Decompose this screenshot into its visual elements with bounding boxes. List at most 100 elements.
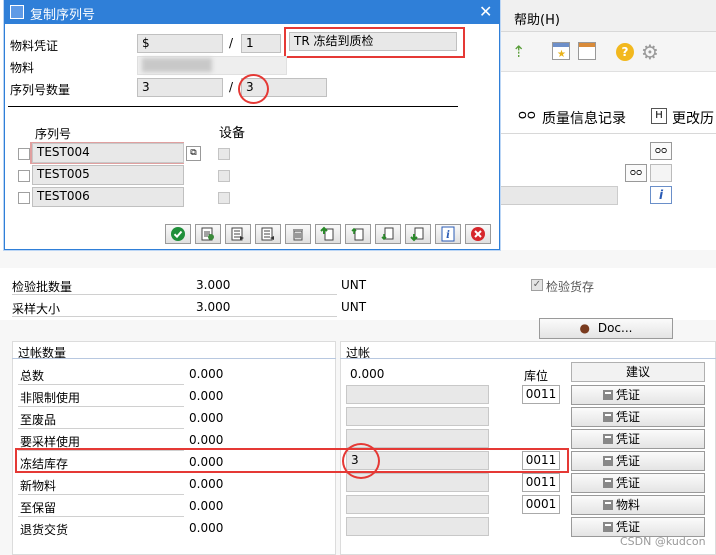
serial-number-field[interactable]: TEST004 <box>32 143 184 163</box>
qty-row-label: 至废品 <box>20 413 57 427</box>
new-session-icon[interactable]: ★ <box>552 42 570 60</box>
serial-number-field[interactable]: TEST005 <box>32 165 184 185</box>
document-icon <box>603 522 613 532</box>
copy-icon[interactable]: ⧉ <box>186 146 201 161</box>
voucher-button[interactable]: 凭证 <box>571 429 705 449</box>
document-icon <box>603 500 613 510</box>
page-down-icon <box>381 227 394 241</box>
posting-field-scrap[interactable] <box>346 407 489 426</box>
check-entries-button[interactable] <box>195 224 221 244</box>
posting-field-reserve[interactable] <box>346 495 489 514</box>
tab-change-history[interactable]: 更改历 <box>672 108 714 128</box>
previous-page-button[interactable] <box>345 224 371 244</box>
menu-help[interactable]: 帮助(H) <box>514 9 560 28</box>
material-button[interactable]: 凭证 <box>571 473 705 493</box>
serial-count-sep: / <box>229 80 234 94</box>
qty-row-label: 新物料 <box>20 479 57 493</box>
deselect-all-button[interactable] <box>255 224 281 244</box>
trash-icon <box>293 229 303 241</box>
row-divider <box>18 428 184 429</box>
glasses-icon: ᴑᴑ <box>518 108 536 123</box>
qty-row-value: 0.000 <box>189 477 224 491</box>
cancel-button[interactable] <box>465 224 491 244</box>
last-page-button[interactable] <box>405 224 431 244</box>
voucher-button-label: 凭证 <box>616 454 641 468</box>
help-icon[interactable]: ? <box>616 43 634 61</box>
posting-field-unrestricted[interactable] <box>346 385 489 404</box>
voucher-button-label: 物料 <box>616 498 641 512</box>
qty-row-value: 0.000 <box>189 433 224 447</box>
deselect-all-icon <box>261 227 274 241</box>
doc-button-label: Doc... <box>597 321 633 335</box>
next-page-button[interactable] <box>375 224 401 244</box>
qty-row-value: 0.000 <box>189 521 224 535</box>
row-divider <box>18 494 184 495</box>
row-select-checkbox[interactable] <box>18 170 30 182</box>
doc-button[interactable]: ● Doc... <box>539 318 673 339</box>
voucher-button[interactable]: 凭证 <box>571 407 705 427</box>
display-glasses-icon[interactable]: ᴑᴑ <box>625 164 647 182</box>
row-select-checkbox[interactable] <box>18 192 30 204</box>
checkmark-icon <box>171 227 185 241</box>
highlight-box-movement-type <box>284 27 465 58</box>
serial-number-field[interactable]: TEST006 <box>32 187 184 207</box>
svg-text:i: i <box>446 230 450 241</box>
first-page-button[interactable] <box>315 224 341 244</box>
info-icon[interactable]: i <box>650 186 672 204</box>
document-icon <box>603 456 613 466</box>
settings-icon[interactable]: ⚙ <box>641 40 659 64</box>
row-select-checkbox[interactable] <box>18 148 30 160</box>
delete-button[interactable] <box>285 224 311 244</box>
background-toolbar <box>500 32 716 72</box>
select-all-icon <box>231 227 244 241</box>
equipment-checkbox[interactable] <box>218 148 230 160</box>
voucher-button[interactable]: 物料 <box>571 495 705 515</box>
equipment-checkbox[interactable] <box>218 192 230 204</box>
storage-loc-field[interactable]: 0011 <box>522 473 560 492</box>
material-doc-label: 物料凭证 <box>10 39 59 53</box>
voucher-button[interactable]: 凭证 <box>571 451 705 471</box>
shortcut-icon[interactable] <box>578 42 596 60</box>
highlight-box-blocked-row <box>15 448 569 473</box>
voucher-button[interactable]: 凭证 <box>571 385 705 405</box>
serial-count-label: 序列号数量 <box>10 83 71 97</box>
material-doc-field[interactable]: $ <box>137 34 223 53</box>
history-icon: H <box>651 108 667 124</box>
confirm-button[interactable] <box>165 224 191 244</box>
proposal-header-label: 建议 <box>625 365 650 379</box>
dialog-separator <box>8 106 458 107</box>
toolbar-icon-1[interactable]: ⇡ <box>512 42 532 61</box>
qty-row-value: 0.000 <box>189 499 224 513</box>
info-button[interactable]: i <box>435 224 461 244</box>
document-icon[interactable] <box>650 164 672 182</box>
select-all-button[interactable] <box>225 224 251 244</box>
material-doc-item-field[interactable]: 1 <box>241 34 281 53</box>
check-document-icon <box>201 227 214 241</box>
lot-qty-label: 检验批数量 <box>12 280 73 294</box>
serial-count-field[interactable]: 3 <box>137 78 223 97</box>
storage-loc-field[interactable]: 0011 <box>522 385 560 404</box>
voucher-button[interactable]: 凭证 <box>571 517 705 537</box>
equipment-checkbox[interactable] <box>218 170 230 182</box>
qty-row-label: 至保留 <box>20 501 57 515</box>
document-icon <box>603 478 613 488</box>
col-equipment-header: 设备 <box>219 126 246 141</box>
material-redaction <box>142 58 212 72</box>
posting-field-return[interactable] <box>346 517 489 536</box>
qty-row-value: 0.000 <box>189 389 224 403</box>
close-icon[interactable]: ✕ <box>479 2 492 21</box>
display-glasses-icon[interactable]: ᴑᴑ <box>650 142 672 160</box>
voucher-button-label: 凭证 <box>616 432 641 446</box>
sample-size-label: 采样大小 <box>12 302 61 316</box>
material-label: 物料 <box>10 61 35 75</box>
voucher-button-label: 凭证 <box>616 520 641 534</box>
proposal-header: 建议 <box>571 362 705 382</box>
storage-loc-field[interactable]: 0001 <box>522 495 560 514</box>
page-bottom-icon <box>410 227 424 242</box>
hat-icon: ● <box>579 321 591 335</box>
tab-quality-info[interactable]: 质量信息记录 <box>542 108 626 128</box>
qty-row-label: 总数 <box>20 369 45 383</box>
storage-loc-header: 库位 <box>524 369 549 383</box>
sample-size-value: 3.000 <box>196 300 231 314</box>
material-doc-sep: / <box>229 36 234 50</box>
